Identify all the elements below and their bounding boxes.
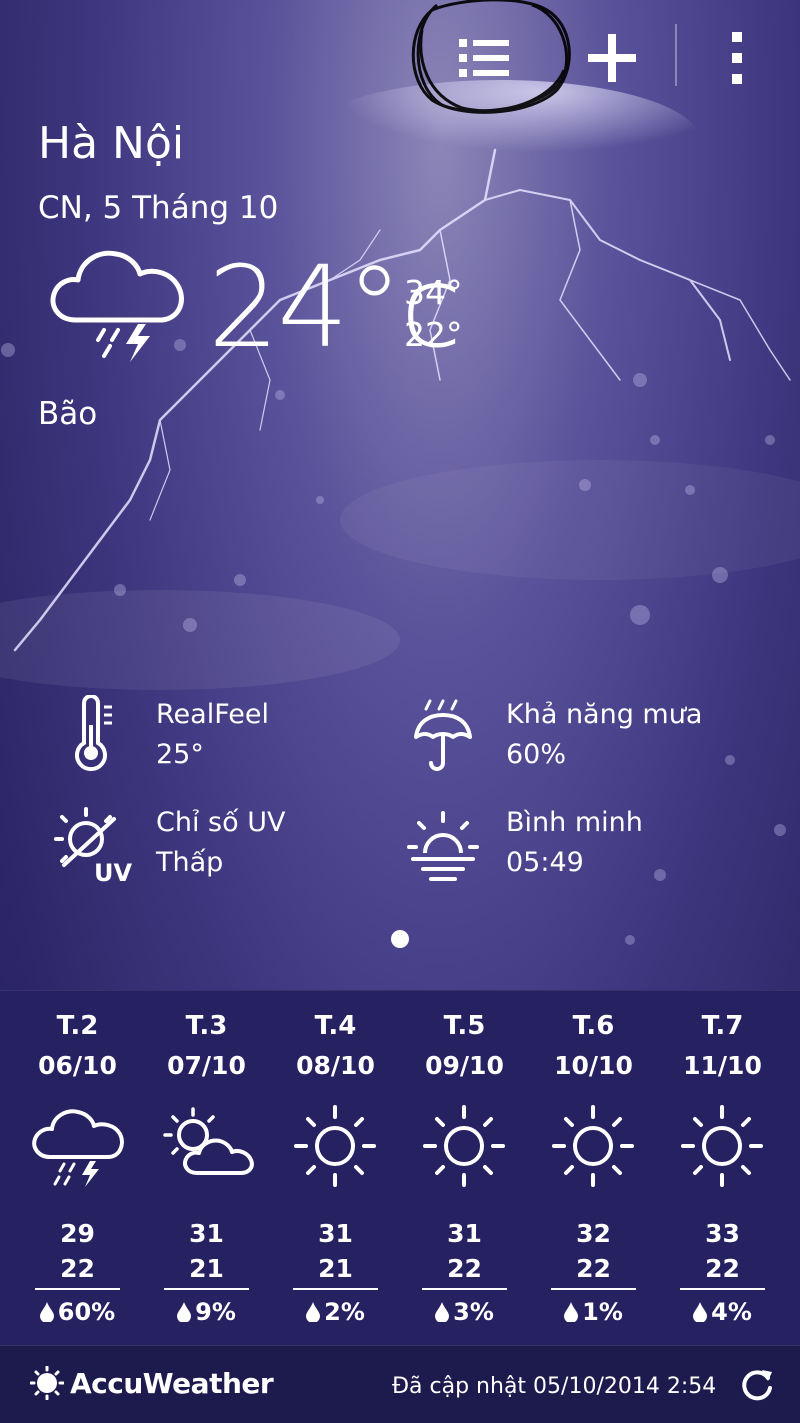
thunderstorm-cloud-icon xyxy=(50,250,184,362)
today-high-low: 34° 22° xyxy=(404,272,463,356)
forecast-high: 32 xyxy=(576,1219,611,1248)
forecast-low: 21 xyxy=(318,1254,353,1283)
forecast-low: 22 xyxy=(576,1254,611,1283)
forecast-precip: 3% xyxy=(400,1298,529,1326)
umbrella-rain-icon xyxy=(414,699,472,771)
thermometer-icon xyxy=(75,695,112,772)
forecast-precip-value: 9% xyxy=(195,1298,236,1326)
forecast-date: 09/10 xyxy=(425,1051,504,1080)
more-vertical-icon xyxy=(732,32,742,84)
raindrop-icon xyxy=(564,1302,579,1322)
sun-icon xyxy=(681,1105,763,1187)
city-name: Hà Nội xyxy=(38,118,185,169)
uv-sun-icon: UV xyxy=(54,807,132,887)
toolbar-divider xyxy=(675,24,677,86)
detail-label: Chỉ số UV xyxy=(156,807,286,838)
forecast-precip: 9% xyxy=(142,1298,271,1326)
hi-lo-divider xyxy=(422,1288,507,1290)
raindrop-icon xyxy=(306,1302,321,1322)
current-temp-value: 24 xyxy=(208,243,349,373)
daily-forecast: T.2 06/10 29 22 60% T.3 07/10 31 21 9% T… xyxy=(0,990,800,1346)
forecast-date: 06/10 xyxy=(38,1051,117,1080)
forecast-low: 21 xyxy=(189,1254,224,1283)
today-high: 34° xyxy=(404,273,463,312)
partly-cloudy-icon xyxy=(163,1107,254,1175)
current-date: CN, 5 Tháng 10 xyxy=(38,190,279,226)
today-low: 22° xyxy=(404,315,463,354)
forecast-day-name: T.7 xyxy=(701,1011,744,1041)
detail-realfeel: RealFeel 25° xyxy=(48,695,269,775)
hi-lo-divider xyxy=(680,1288,765,1290)
refresh-icon xyxy=(742,1370,772,1401)
forecast-date: 08/10 xyxy=(296,1051,375,1080)
overflow-menu-button[interactable] xyxy=(697,18,777,98)
forecast-day-name: T.3 xyxy=(185,1011,228,1041)
forecast-high: 33 xyxy=(705,1219,740,1248)
detail-label: Khả năng mưa xyxy=(506,699,703,730)
detail-precip-chance: Khả năng mưa 60% xyxy=(398,695,702,775)
hi-lo-divider xyxy=(551,1288,636,1290)
detail-label: RealFeel xyxy=(156,699,269,730)
sunrise-icon xyxy=(407,811,479,881)
forecast-precip: 60% xyxy=(13,1298,142,1326)
forecast-precip-value: 1% xyxy=(582,1298,623,1326)
hi-lo-divider xyxy=(293,1288,378,1290)
detail-value: 25° xyxy=(156,739,204,770)
thunderstorm-icon xyxy=(32,1109,124,1187)
detail-sunrise: Bình minh 05:49 xyxy=(398,803,643,888)
hi-lo-divider xyxy=(35,1288,120,1290)
last-updated: Đã cập nhật 05/10/2014 2:54 xyxy=(392,1374,717,1399)
forecast-low: 22 xyxy=(60,1254,95,1283)
forecast-day-name: T.5 xyxy=(443,1011,486,1041)
detail-uv-index: UV Chỉ số UV Thấp xyxy=(48,803,285,888)
svg-text:UV: UV xyxy=(94,859,132,887)
forecast-date: 07/10 xyxy=(167,1051,246,1080)
forecast-day-name: T.6 xyxy=(572,1011,615,1041)
raindrop-icon xyxy=(39,1302,54,1322)
forecast-high: 29 xyxy=(60,1219,95,1248)
forecast-low: 22 xyxy=(447,1254,482,1283)
detail-label: Bình minh xyxy=(506,807,643,838)
accuweather-sun-icon xyxy=(30,1366,64,1400)
forecast-high: 31 xyxy=(447,1219,482,1248)
forecast-date: 10/10 xyxy=(554,1051,633,1080)
forecast-date: 11/10 xyxy=(683,1051,762,1080)
forecast-precip: 4% xyxy=(658,1298,787,1326)
sun-icon xyxy=(552,1105,634,1187)
raindrop-icon xyxy=(435,1302,450,1322)
forecast-precip: 1% xyxy=(529,1298,658,1326)
brand-name: AccuWeather xyxy=(70,1366,274,1400)
detail-value: 05:49 xyxy=(506,847,584,878)
action-bar xyxy=(0,0,800,114)
plus-icon xyxy=(588,34,636,82)
forecast-precip: 2% xyxy=(271,1298,400,1326)
scribble-circle-annotation xyxy=(411,0,571,114)
current-condition: Bão xyxy=(38,396,98,432)
accuweather-logo[interactable]: AccuWeather xyxy=(30,1366,274,1400)
raindrop-icon xyxy=(177,1302,192,1322)
detail-value: 60% xyxy=(506,739,567,770)
raindrop-icon xyxy=(693,1302,708,1322)
footer-bar: AccuWeather Đã cập nhật 05/10/2014 2:54 xyxy=(0,1345,800,1423)
sun-icon xyxy=(294,1105,376,1187)
forecast-precip-value: 60% xyxy=(57,1298,116,1326)
page-indicator-dot[interactable] xyxy=(391,930,409,948)
add-city-button[interactable] xyxy=(572,18,652,98)
detail-value: Thấp xyxy=(156,847,224,878)
forecast-high: 31 xyxy=(189,1219,224,1248)
forecast-day-name: T.4 xyxy=(314,1011,357,1041)
hi-lo-divider xyxy=(164,1288,249,1290)
forecast-day-name: T.2 xyxy=(56,1011,99,1041)
forecast-low: 22 xyxy=(705,1254,740,1283)
refresh-button[interactable] xyxy=(738,1366,776,1408)
forecast-precip-value: 4% xyxy=(711,1298,752,1326)
forecast-precip-value: 3% xyxy=(453,1298,494,1326)
forecast-high: 31 xyxy=(318,1219,353,1248)
forecast-precip-value: 2% xyxy=(324,1298,365,1326)
sun-icon xyxy=(423,1105,505,1187)
